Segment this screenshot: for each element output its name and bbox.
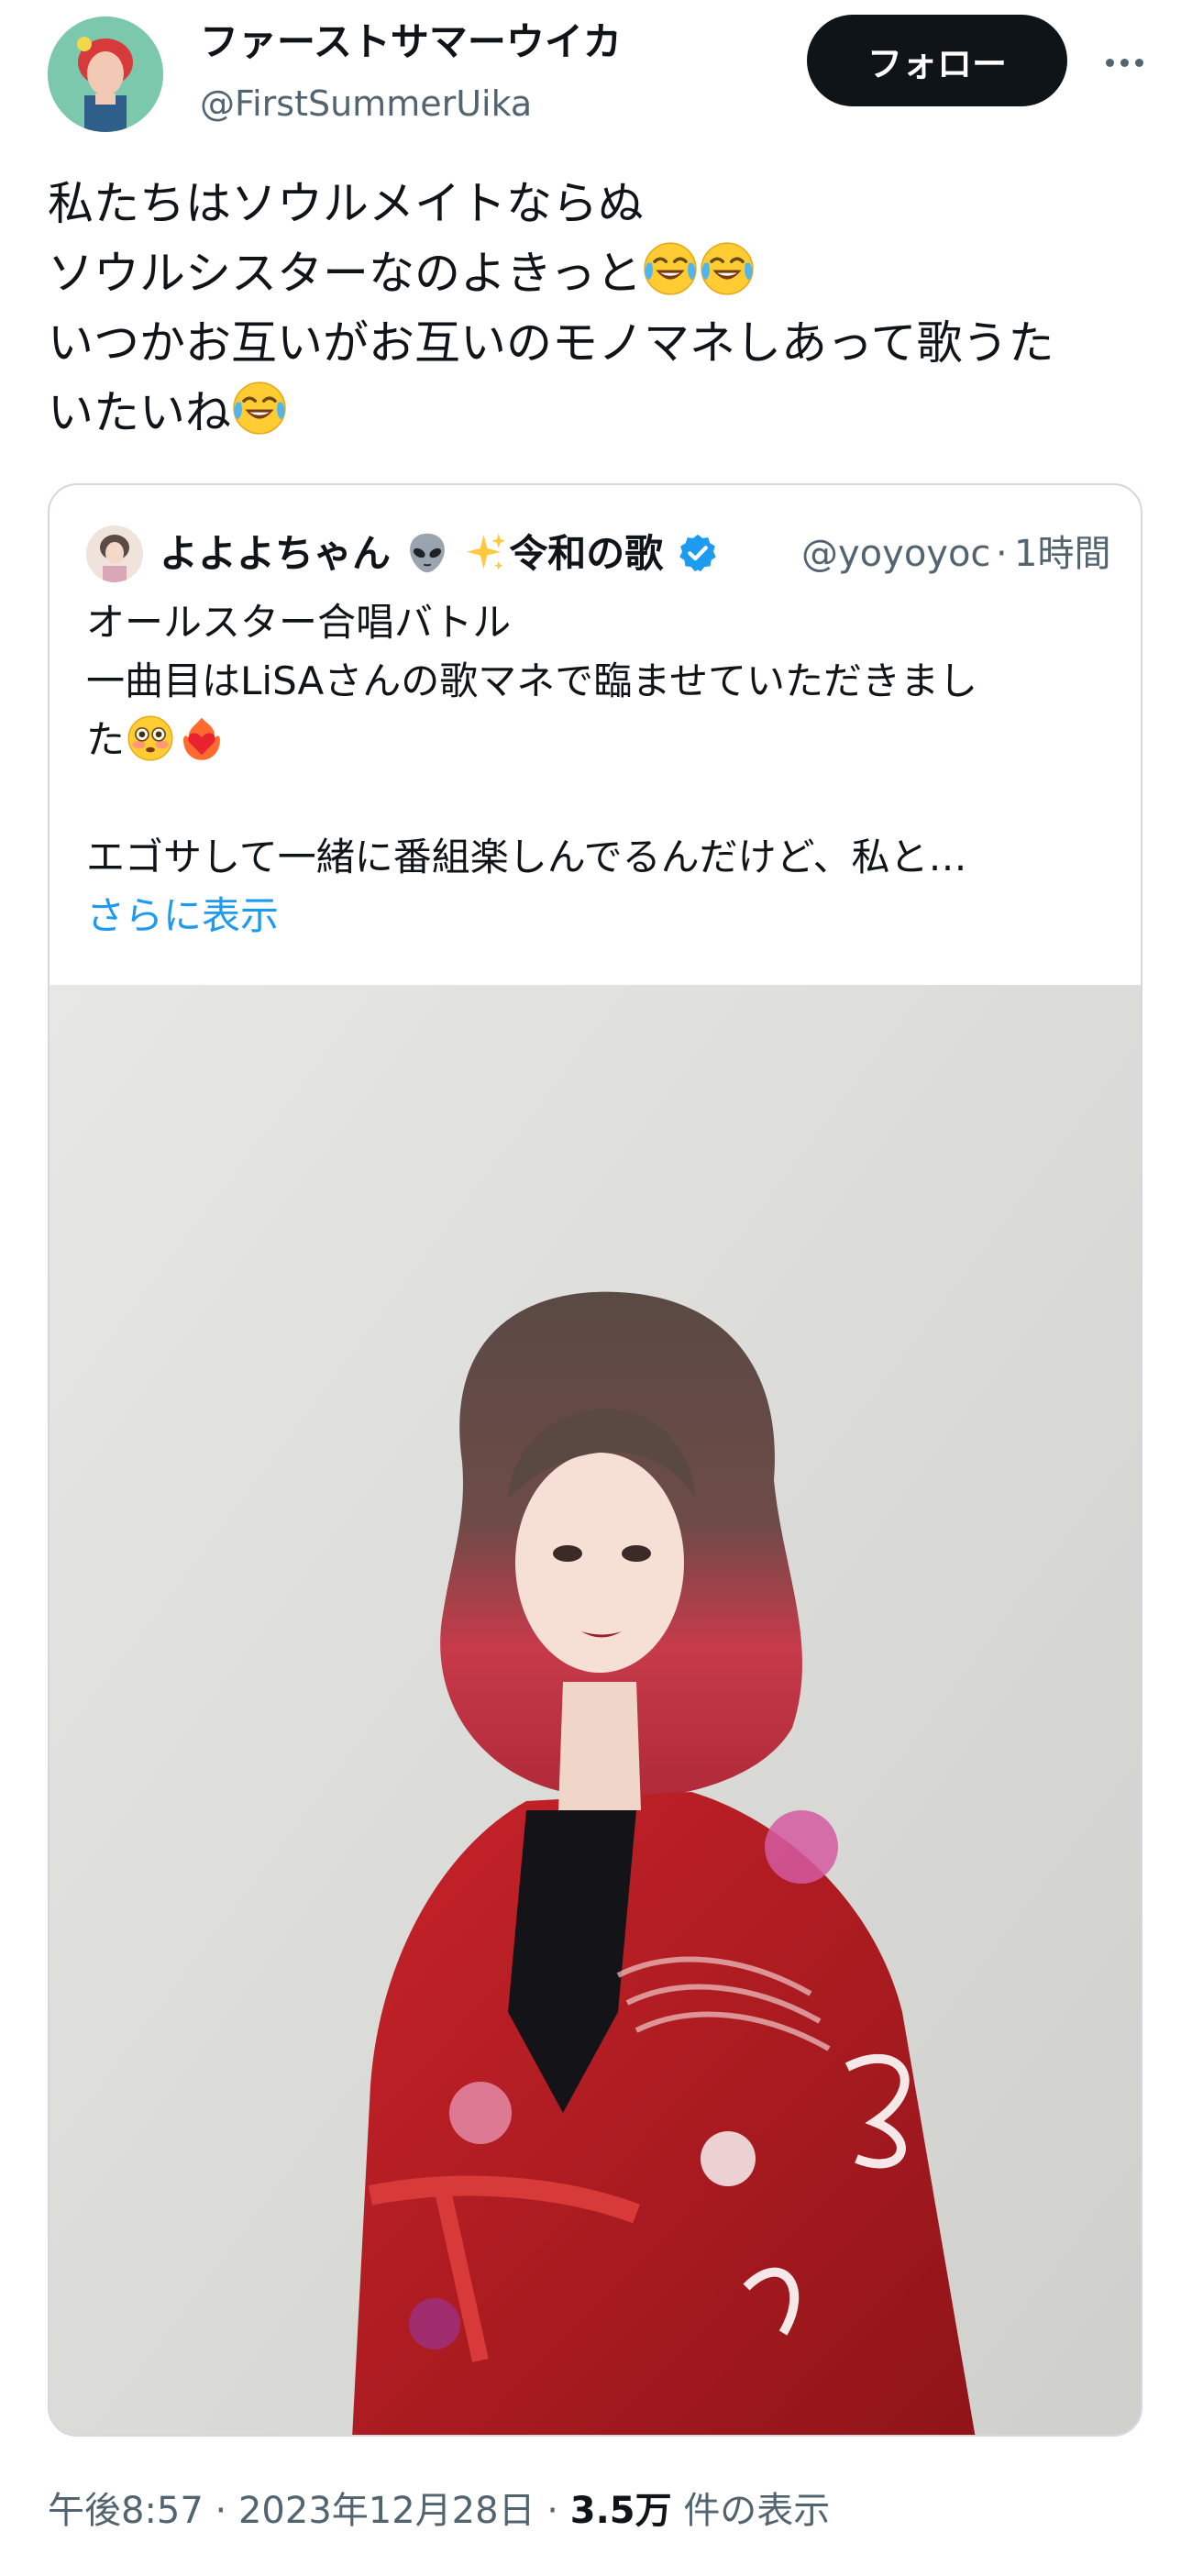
quoted-author-name-suffix: 令和の歌	[509, 531, 664, 576]
tweet-header: ファーストサマーウイカ @FirstSummerUika フォロー	[0, 0, 1192, 147]
follow-button[interactable]: フォロー	[807, 15, 1067, 106]
tweet-line: いつかお互いがお互いのモノマネしあって歌うた	[48, 316, 1054, 370]
tears-of-joy-icon	[699, 240, 756, 297]
quoted-line: 一曲目はLiSAさんの歌マネで臨ませていただきまし	[86, 658, 977, 703]
flushed-face-icon	[127, 715, 173, 761]
tweet-time[interactable]: 午後8:57	[48, 2490, 204, 2532]
quoted-author-handle[interactable]: @yoyoyoc	[801, 522, 994, 586]
verified-badge-icon	[679, 534, 716, 572]
quoted-line: た	[86, 717, 126, 762]
quoted-line: エゴサして一緒に番組楽しんでるんだけど、私と…	[86, 835, 967, 879]
author-display-name[interactable]: ファーストサマーウイカ	[200, 15, 622, 70]
author-avatar[interactable]	[48, 17, 163, 132]
quoted-tweet-photo[interactable]	[50, 985, 1141, 2435]
views-count: 3.5万	[569, 2490, 672, 2532]
quoted-tweet-time[interactable]: 1時間	[1014, 522, 1110, 586]
alien-icon	[409, 533, 445, 573]
quoted-author-avatar[interactable]	[86, 525, 143, 582]
views-label: 件の表示	[683, 2490, 831, 2532]
quoted-tweet-header: よよよちゃん 令和の歌 @yoyoyoc · 1時間	[86, 522, 1113, 586]
quoted-line: オールスター合唱バトル	[86, 600, 512, 645]
header-separator: ·	[996, 533, 1008, 575]
tweet-line: ソウルシスターなのよきっと	[48, 247, 642, 300]
quoted-tweet-text: オールスター合唱バトル 一曲目はLiSAさんの歌マネで臨ませていただきまし た …	[86, 593, 1113, 945]
tweet-line: いたいね	[48, 386, 231, 439]
quoted-tweet-card[interactable]: よよよちゃん 令和の歌 @yoyoyoc · 1時間 オールスター合唱バトル 一…	[48, 483, 1142, 2437]
meta-separator: ·	[546, 2490, 559, 2532]
more-options-icon[interactable]	[1091, 35, 1157, 90]
tears-of-joy-icon	[231, 380, 288, 437]
tweet-date[interactable]: 2023年12月28日	[238, 2490, 535, 2532]
tweet-meta: 午後8:57 · 2023年12月28日 · 3.5万 件の表示	[48, 2483, 830, 2538]
tears-of-joy-icon	[642, 240, 699, 297]
sparkles-icon	[467, 533, 506, 570]
quoted-author-name[interactable]: よよよちゃん	[160, 531, 391, 576]
quoted-line	[86, 769, 1113, 828]
tweet-text: 私たちはソウルメイトならぬ ソウルシスターなのよきっと いつかお互いがお互いのモ…	[48, 169, 1148, 448]
author-handle[interactable]: @FirstSummerUika	[200, 79, 532, 128]
tweet-line: 私たちはソウルメイトならぬ	[48, 177, 644, 230]
show-more-link[interactable]: さらに表示	[86, 887, 1113, 945]
meta-separator: ·	[215, 2490, 227, 2532]
heart-on-fire-icon	[183, 717, 220, 760]
